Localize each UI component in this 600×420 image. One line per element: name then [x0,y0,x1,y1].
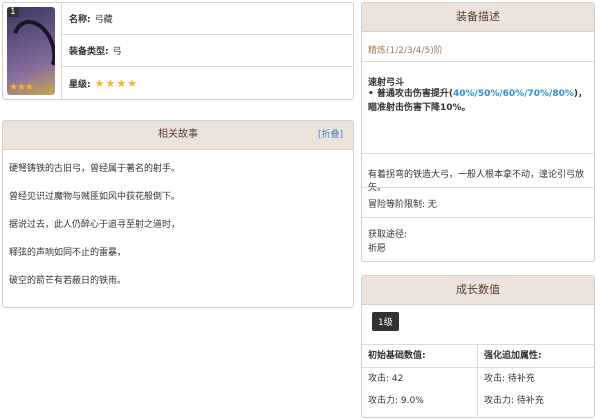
bonus-stats-column: 强化追加属性: 攻击: 待补充 攻击力: 待补充 [478,344,594,417]
type-row: 装备类型: 弓 [61,35,353,67]
description-panel: 装备描述 精炼(1/2/3/4/5)阶 速射弓斗 • 普通攻击伤害提升(40%/… [361,2,595,262]
story-line: 硬弩铸铁的古旧弓，曾经属于著名的射手。 [9,164,181,174]
base-sub-value: 攻击力: 9.0% [368,396,424,406]
divider [362,61,594,62]
description-header: 装备描述 [362,3,594,32]
name-row: 名称: 弓藏 [61,3,353,35]
bonus-stats-header: 强化追加属性: [478,344,594,368]
story-panel: 相关故事 [折叠] 硬弩铸铁的古旧弓，曾经属于著名的射手。 曾经见识过魔物与贼匪… [2,120,354,308]
growth-panel: 成长数值 1级 初始基础数值: 攻击: 42 攻击力: 9.0% 强化追加属性:… [361,275,595,418]
skill-text-pre: • 普通攻击伤害提升( [368,89,453,99]
story-title: 相关故事 [158,129,198,140]
skill-values: 40%/50%/60%/70%/80% [453,89,574,99]
story-line: 曾经见识过魔物与贼匪如风中荻花般倒下。 [9,192,181,202]
bonus-atk-value: 攻击: 待补充 [484,374,535,384]
bonus-sub-value: 攻击力: 待补充 [484,396,544,406]
type-label: 装备类型: [69,47,109,57]
obtain-value: 祈愿 [368,244,387,254]
story-header: 相关故事 [折叠] [3,121,353,150]
bow-icon [7,13,55,85]
rarity-label: 星级: [69,79,91,90]
ascension-limit: 冒险等阶限制: 无 [368,200,437,210]
skill-description: • 普通攻击伤害提升(40%/50%/60%/70%/80%)，瞄准射击伤害下降… [368,87,590,115]
weapon-image: 1 ★★★ [7,7,55,95]
weapon-info-card: 1 ★★★ 名称: 弓藏 装备类型: 弓 星级: ★★★★ [2,2,354,100]
divider [362,187,594,188]
rarity-row: 星级: ★★★★ [61,67,353,99]
divider [362,217,594,218]
rarity-stars-icon: ★★★ [9,82,34,93]
refinement-label: 精炼(1/2/3/4/5)阶 [368,46,443,56]
obtain-label: 获取途径: [368,230,408,240]
level-badge: 1 [7,7,19,17]
base-stats-header: 初始基础数值: [362,344,477,368]
flavor-text: 有着拐弯的铁造大弓，一般人根本拿不动，遑论引弓放矢。 [368,170,585,193]
type-value: 弓 [112,47,122,57]
divider [362,153,594,154]
name-value: 弓藏 [94,15,113,25]
story-line: 据说过去，此人仍醉心于追寻至射之道时， [9,220,181,230]
base-atk-value: 攻击: 42 [368,374,404,384]
level-button[interactable]: 1级 [372,312,399,331]
story-line: 破空的箭芒有若蔽日的铁雨。 [9,276,127,286]
growth-header: 成长数值 [362,276,594,305]
collapse-link[interactable]: [折叠] [318,121,343,149]
name-label: 名称: [69,15,91,25]
story-line: 释弦的声响如同不止的雷暴， [9,248,127,258]
base-stats-column: 初始基础数值: 攻击: 42 攻击力: 9.0% [362,344,478,417]
star-icon: ★★★★ [94,76,139,90]
